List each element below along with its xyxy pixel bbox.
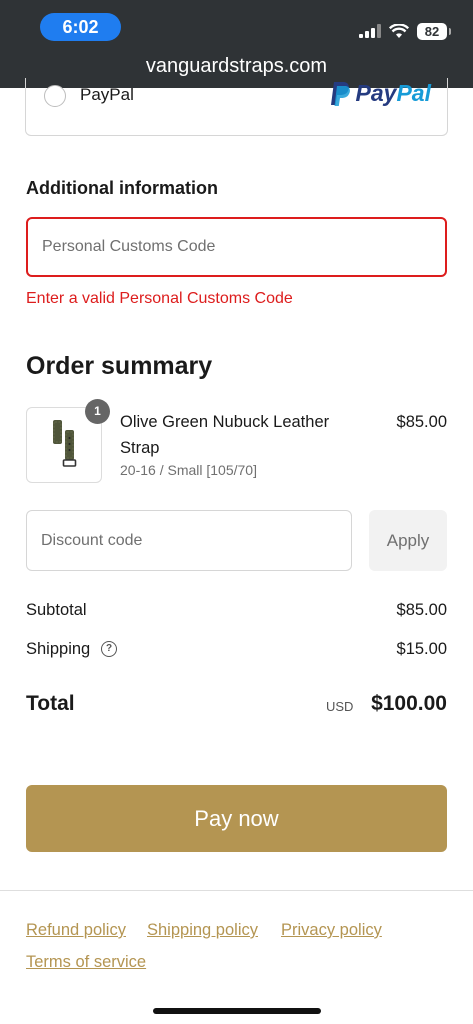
subtotal-label: Subtotal [26,601,87,619]
order-summary-title: Order summary [26,352,213,380]
shipping-policy-link[interactable]: Shipping policy [147,921,258,940]
paypal-logo-text-pay: Pay [355,80,397,106]
quantity-badge: 1 [85,399,110,424]
shipping-label: Shipping [26,640,91,658]
signal-icon [359,24,381,38]
pay-now-button[interactable]: Pay now [26,785,447,852]
status-time: 6:02 [40,13,121,41]
paypal-p-icon [330,81,350,106]
home-indicator[interactable] [153,1008,321,1014]
product-price: $85.00 [396,413,447,431]
footer-divider [0,890,473,891]
refund-policy-link[interactable]: Refund policy [26,921,126,940]
currency-code: USD [326,699,354,714]
total-value: $100.00 [371,692,447,715]
shipping-value: $15.00 [396,640,447,658]
apply-discount-button[interactable]: Apply [369,510,447,571]
subtotal-value: $85.00 [396,601,447,619]
paypal-label: PayPal [80,85,134,104]
personal-customs-code-input[interactable] [26,217,447,277]
paypal-payment-option[interactable]: PayPal Pay Pal [25,78,448,136]
additional-info-title: Additional information [26,178,218,198]
privacy-policy-link[interactable]: Privacy policy [281,921,382,940]
customs-code-error: Enter a valid Personal Customs Code [26,290,293,307]
system-icons: 82 [359,20,451,42]
address-bar-url[interactable]: vanguardstraps.com [0,55,473,78]
browser-status-bar: 6:02 82 vanguardstraps.com [0,0,473,88]
total-label: Total [26,692,75,715]
product-name: Olive Green Nubuck Leather Strap [120,413,330,457]
paypal-radio[interactable] [44,85,66,107]
discount-code-input[interactable] [26,510,352,571]
wifi-icon [389,23,409,38]
shipping-help-icon[interactable]: ? [101,641,117,657]
terms-of-service-link[interactable]: Terms of service [26,953,146,972]
paypal-logo: Pay Pal [330,80,431,107]
paypal-logo-text-pal: Pal [396,80,431,106]
product-variant: 20-16 / Small [105/70] [120,462,257,478]
battery-icon: 82 [417,22,451,40]
